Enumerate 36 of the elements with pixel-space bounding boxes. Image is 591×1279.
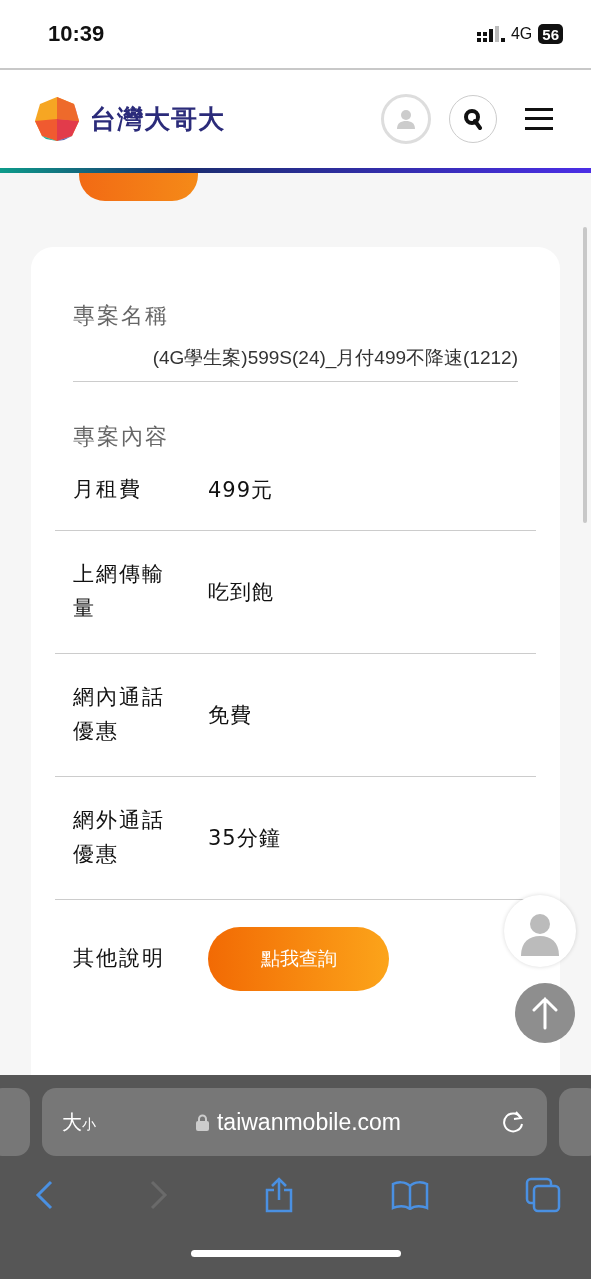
status-time: 10:39 <box>48 21 105 47</box>
brand-name: 台灣大哥大 <box>90 102 225 136</box>
row-label: 網內通話優惠 <box>73 684 166 745</box>
row-label: 網外通話優惠 <box>73 807 166 868</box>
up-arrow-icon <box>531 996 559 1030</box>
row-value: 免費 <box>208 702 252 729</box>
menu-icon[interactable] <box>525 108 553 130</box>
row-label: 其他說明 <box>73 945 166 973</box>
tab-edge[interactable] <box>559 1088 591 1156</box>
section-label: 專案內容 <box>73 423 170 451</box>
share-icon[interactable] <box>264 1177 294 1213</box>
book-icon[interactable] <box>390 1180 429 1210</box>
query-button[interactable]: 點我查詢 <box>208 927 389 991</box>
back-icon[interactable] <box>35 1180 53 1210</box>
account-button[interactable] <box>381 94 431 144</box>
network-label: 4G <box>510 25 533 43</box>
url-text: taiwanmobile.com <box>216 1108 402 1136</box>
search-button[interactable] <box>449 95 497 143</box>
address-bar[interactable]: 大小 taiwanmobile.com <box>42 1088 547 1156</box>
tabs-icon[interactable] <box>525 1177 561 1213</box>
text-size-button[interactable]: 大小 <box>62 1108 96 1136</box>
battery-indicator: 56 <box>538 24 563 44</box>
cut-off-button[interactable] <box>79 173 198 201</box>
row-label: 月租費 <box>73 476 143 504</box>
signal-icon <box>476 26 505 42</box>
row-value: 吃到飽 <box>208 579 274 606</box>
row-value: 35分鐘 <box>208 825 281 852</box>
row-label: 上網傳輸量 <box>73 561 166 622</box>
row-value: 499元 <box>208 477 274 504</box>
search-icon <box>462 108 484 130</box>
person-icon <box>395 108 417 130</box>
logo-icon <box>34 96 80 142</box>
lock-icon <box>195 1113 209 1131</box>
tab-edge[interactable] <box>0 1088 30 1156</box>
plan-name: (4G學生案)599S(24)_月付499不降速(1212) <box>73 345 518 382</box>
section-label: 專案名稱 <box>73 302 170 330</box>
